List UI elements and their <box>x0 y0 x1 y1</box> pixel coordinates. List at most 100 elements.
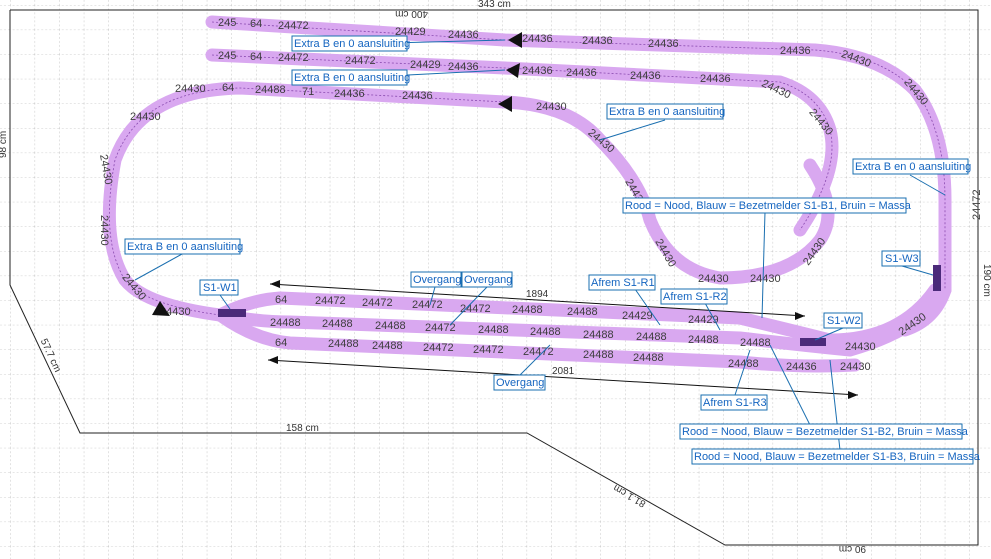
piece-label: 24472 <box>971 189 983 220</box>
piece-label: 24436 <box>402 90 433 102</box>
svg-text:Afrem S1-R2: Afrem S1-R2 <box>663 291 727 303</box>
switch-w1-marker[interactable] <box>218 309 246 317</box>
piece-label: 24436 <box>630 70 661 82</box>
piece-label: 24430 <box>840 361 871 373</box>
callout-switch-w2: S1-W2 <box>823 312 863 329</box>
callout-afrem-r1: Afrem S1-R1 <box>588 274 656 291</box>
piece-label: 24472 <box>362 297 393 309</box>
piece-label: 24488 <box>512 304 543 316</box>
piece-label: 24472 <box>315 295 346 307</box>
callout-extra-b-5: Extra B en 0 aansluiting <box>124 238 243 255</box>
svg-text:Afrem S1-R3: Afrem S1-R3 <box>703 397 767 409</box>
svg-text:Extra B en 0 aansluiting: Extra B en 0 aansluiting <box>294 38 410 50</box>
svg-text:Overgang: Overgang <box>413 274 461 286</box>
piece-label: 24436 <box>566 67 597 79</box>
piece-label: 24488 <box>583 329 614 341</box>
piece-label: 24436 <box>448 29 479 41</box>
piece-label: 24488 <box>688 334 719 346</box>
piece-label: 64 <box>222 82 234 94</box>
svg-text:Afrem S1-R1: Afrem S1-R1 <box>591 277 655 289</box>
piece-label: 24472 <box>460 303 491 315</box>
callout-nood-b1: Rood = Nood, Blauw = Bezetmelder S1-B1, … <box>622 197 912 214</box>
piece-label: 24472 <box>278 20 309 32</box>
callout-afrem-r3: Afrem S1-R3 <box>700 394 768 411</box>
svg-text:Extra B en 0 aansluiting: Extra B en 0 aansluiting <box>294 72 410 84</box>
piece-label: 24436 <box>522 65 553 77</box>
switch-w2-marker[interactable] <box>800 338 826 346</box>
piece-label: 24488 <box>583 349 614 361</box>
callout-extra-b-1: Extra B en 0 aansluiting <box>291 35 410 52</box>
piece-label: 24436 <box>334 88 365 100</box>
svg-text:Extra B en 0 aansluiting: Extra B en 0 aansluiting <box>855 161 971 173</box>
piece-label: 24488 <box>478 324 509 336</box>
dim-right-height: 190 cm <box>981 264 991 297</box>
piece-label: 64 <box>250 18 262 30</box>
piece-label: 24488 <box>270 317 301 329</box>
piece-label: 24429 <box>410 59 441 71</box>
piece-label: 24430 <box>536 101 567 113</box>
dim-top-inner: 400 cm <box>395 8 428 19</box>
piece-label: 24430 <box>175 83 206 95</box>
callout-nood-b3: Rood = Nood, Blauw = Bezetmelder S1-B3, … <box>691 448 981 465</box>
svg-text:S1-W1: S1-W1 <box>203 282 237 294</box>
piece-label: 24436 <box>786 361 817 373</box>
piece-label: 64 <box>275 294 287 306</box>
callout-nood-b2: Rood = Nood, Blauw = Bezetmelder S1-B2, … <box>679 423 969 440</box>
piece-label: 24488 <box>728 358 759 370</box>
piece-label: 24430 <box>698 273 729 285</box>
svg-text:Rood = Nood, Blauw = Bezetmeld: Rood = Nood, Blauw = Bezetmelder S1-B1, … <box>625 200 912 212</box>
measure-label-2081: 2081 <box>552 366 575 377</box>
piece-label: 24488 <box>633 352 664 364</box>
dim-left-height: 98 cm <box>0 131 9 158</box>
piece-label: 24488 <box>530 326 561 338</box>
switch-w3-marker[interactable] <box>933 265 941 291</box>
piece-label: 245 <box>218 50 236 62</box>
callout-overgang-1: Overgang <box>410 271 462 288</box>
piece-label: 71 <box>302 86 314 98</box>
piece-label: 24488 <box>328 338 359 350</box>
piece-label: 24472 <box>345 55 376 67</box>
piece-label: 24488 <box>375 320 406 332</box>
callout-switch-w3: S1-W3 <box>881 250 921 267</box>
dim-bottom-left: 158 cm <box>286 423 319 434</box>
callout-afrem-r2: Afrem S1-R2 <box>660 288 728 305</box>
callout-overgang-3: Overgang <box>493 374 546 391</box>
track-layout-canvas: 343 cm 400 cm 98 cm 190 cm 158 cm 90 cm … <box>0 0 991 559</box>
svg-text:Rood = Nood, Blauw = Bezetmeld: Rood = Nood, Blauw = Bezetmelder S1-B3, … <box>694 451 981 463</box>
piece-label: 24430 <box>98 215 110 246</box>
svg-text:Overgang: Overgang <box>496 377 544 389</box>
piece-label: 64 <box>250 51 262 63</box>
piece-label: 24488 <box>740 337 771 349</box>
piece-label: 24488 <box>372 340 403 352</box>
svg-text:Overgang: Overgang <box>464 274 512 286</box>
callout-overgang-2: Overgang <box>461 271 513 288</box>
piece-label: 24430 <box>130 111 161 123</box>
piece-label: 24472 <box>412 299 443 311</box>
svg-text:S1-W3: S1-W3 <box>885 253 919 265</box>
piece-label: 24430 <box>845 341 876 353</box>
measure-label-1894: 1894 <box>526 289 549 300</box>
svg-text:Extra B en 0 aansluiting: Extra B en 0 aansluiting <box>609 106 725 118</box>
dim-top-width: 343 cm <box>478 0 511 10</box>
piece-label: 24429 <box>622 310 653 322</box>
piece-label: 64 <box>275 337 287 349</box>
piece-label: 24436 <box>582 35 613 47</box>
callout-extra-b-3: Extra B en 0 aansluiting <box>606 103 725 120</box>
piece-label: 24472 <box>423 342 454 354</box>
svg-text:Rood = Nood, Blauw = Bezetmeld: Rood = Nood, Blauw = Bezetmelder S1-B2, … <box>682 426 969 438</box>
svg-text:S1-W2: S1-W2 <box>827 315 861 327</box>
piece-label: 24488 <box>322 318 353 330</box>
piece-label: 24430 <box>750 273 781 285</box>
piece-label: 24436 <box>700 73 731 85</box>
piece-label: 24488 <box>255 84 286 96</box>
piece-label: 24436 <box>780 45 811 57</box>
piece-label: 24472 <box>278 52 309 64</box>
piece-label: 24488 <box>567 306 598 318</box>
svg-text:Extra B en 0 aansluiting: Extra B en 0 aansluiting <box>127 241 243 253</box>
dim-bottom-right: 90 cm <box>839 543 866 554</box>
callout-switch-w1: S1-W1 <box>199 279 239 296</box>
callout-extra-b-4: Extra B en 0 aansluiting <box>852 158 971 175</box>
piece-label: 24436 <box>522 33 553 45</box>
piece-label: 24472 <box>473 344 504 356</box>
callout-extra-b-2: Extra B en 0 aansluiting <box>291 69 410 86</box>
